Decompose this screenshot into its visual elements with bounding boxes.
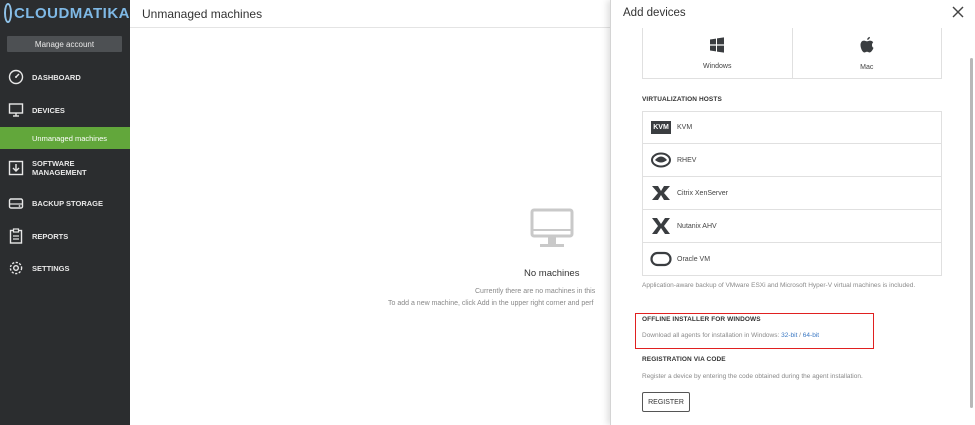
kvm-badge: KVM	[651, 121, 671, 134]
hard-drive-icon	[8, 195, 24, 211]
sidebar-item-software-management[interactable]: SOFTWARE MANAGEMENT	[0, 157, 130, 179]
host-item-oracle-vm[interactable]: Oracle VM	[642, 243, 942, 276]
close-icon[interactable]	[951, 5, 965, 19]
main-header: Unmanaged machines	[130, 0, 610, 28]
empty-monitor-icon	[530, 208, 574, 255]
sidebar-item-settings[interactable]: SETTINGS	[0, 258, 130, 278]
sidebar-subitem-unmanaged-machines[interactable]: Unmanaged machines	[0, 127, 130, 149]
registration-text: Register a device by entering the code o…	[642, 373, 863, 380]
host-label: Citrix XenServer	[677, 189, 728, 197]
manage-account-button[interactable]: Manage account	[7, 36, 122, 52]
register-button[interactable]: REGISTER	[642, 392, 690, 412]
virtualization-host-list: KVM KVM RHEV Citrix XenServer Nutanix AH…	[642, 111, 942, 276]
host-label: KVM	[677, 124, 693, 131]
host-label: Nutanix AHV	[677, 222, 717, 230]
app-window: CLOUDMATIKA Manage account DASHBOARD DEV…	[0, 0, 975, 425]
panel-header: Add devices	[611, 0, 975, 26]
oracle-icon	[650, 250, 672, 268]
sidebar-item-reports[interactable]: REPORTS	[0, 226, 130, 246]
sidebar-item-label: SETTINGS	[32, 263, 70, 273]
download-32bit-link[interactable]: 32-bit	[781, 332, 797, 339]
registration-heading: REGISTRATION VIA CODE	[642, 356, 726, 363]
panel-title: Add devices	[623, 7, 686, 19]
download-64bit-link[interactable]: 64-bit	[803, 332, 819, 339]
sidebar-item-devices[interactable]: DEVICES	[0, 100, 130, 120]
virtualization-heading: VIRTUALIZATION HOSTS	[642, 96, 722, 103]
empty-state-title: No machines	[524, 268, 580, 279]
os-tile-windows[interactable]: Windows	[643, 28, 792, 78]
sidebar-item-label: REPORTS	[32, 231, 69, 241]
sidebar-item-backup-storage[interactable]: BACKUP STORAGE	[0, 193, 130, 213]
empty-state-line-2: To add a new machine, click Add in the u…	[388, 300, 594, 307]
os-tile-mac[interactable]: Mac	[791, 28, 942, 78]
offline-installer-heading: OFFLINE INSTALLER FOR WINDOWS	[642, 316, 761, 323]
host-item-citrix-xenserver[interactable]: Citrix XenServer	[642, 177, 942, 210]
rhev-icon	[650, 151, 672, 169]
virtualization-note: Application-aware backup of VMware ESXi …	[642, 282, 916, 289]
host-label: Oracle VM	[677, 255, 711, 263]
logo-mark-icon	[4, 3, 12, 23]
main-content: Unmanaged machines No machines Currently…	[130, 0, 610, 425]
brand-name: CLOUDMATIKA	[13, 4, 130, 22]
host-item-nutanix-ahv[interactable]: Nutanix AHV	[642, 210, 942, 243]
os-label: Mac	[860, 63, 874, 71]
monitor-icon	[8, 102, 24, 118]
panel-scrollbar[interactable]	[970, 58, 973, 408]
clipboard-icon	[8, 228, 24, 244]
offline-installer-description: Download all agents for installation in …	[642, 332, 780, 339]
apple-icon	[859, 36, 875, 59]
gear-icon	[8, 260, 24, 276]
dashboard-icon	[8, 69, 24, 85]
sidebar-item-label: BACKUP STORAGE	[32, 198, 103, 208]
page-title: Unmanaged machines	[142, 6, 263, 21]
nutanix-icon	[650, 217, 672, 235]
host-item-rhev[interactable]: RHEV	[642, 144, 942, 177]
host-item-kvm[interactable]: KVM KVM	[642, 111, 942, 144]
offline-installer-text: Download all agents for installation in …	[642, 332, 819, 339]
sidebar-item-label: DEVICES	[32, 105, 65, 115]
os-selector: Windows Mac	[642, 28, 942, 79]
os-label: Windows	[703, 62, 732, 70]
empty-state-line-1: Currently there are no machines in this	[475, 288, 596, 295]
sidebar-item-label: SOFTWARE MANAGEMENT	[32, 159, 87, 177]
sidebar: CLOUDMATIKA Manage account DASHBOARD DEV…	[0, 0, 130, 425]
xen-icon	[650, 184, 672, 202]
kvm-icon: KVM	[650, 119, 672, 137]
windows-icon	[709, 36, 725, 58]
brand-logo: CLOUDMATIKA	[0, 0, 130, 26]
sidebar-item-label: DASHBOARD	[32, 72, 81, 82]
sidebar-item-dashboard[interactable]: DASHBOARD	[0, 67, 130, 87]
download-box-icon	[8, 160, 24, 176]
host-label: RHEV	[677, 156, 697, 164]
